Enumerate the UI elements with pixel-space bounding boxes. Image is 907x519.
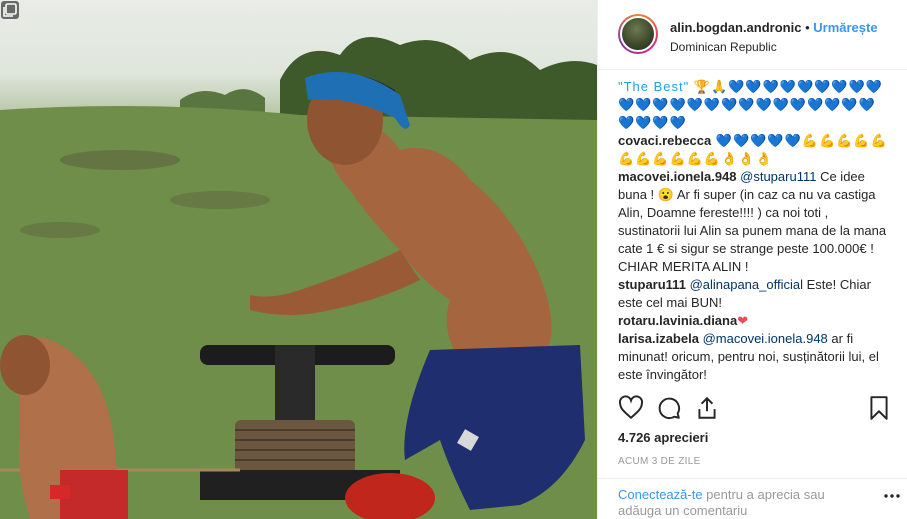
- bookmark-icon[interactable]: [866, 395, 892, 421]
- comment-text: ❤: [737, 313, 749, 328]
- username-link[interactable]: alin.bogdan.andronic: [670, 20, 801, 35]
- separator-dot: •: [805, 20, 810, 35]
- post-photo[interactable]: [0, 0, 597, 519]
- login-prompt: Conectează-te pentru a aprecia sau adăug…: [618, 487, 858, 519]
- action-bar: [618, 395, 894, 423]
- follow-button[interactable]: Urmărește: [813, 20, 877, 35]
- login-link[interactable]: Conectează-te: [618, 487, 703, 502]
- share-icon[interactable]: [694, 395, 720, 421]
- post-timestamp: ACUM 3 DE ZILE: [618, 456, 701, 467]
- list-item: macovei.ionela.948 @stuparu111 Ce idee b…: [618, 168, 890, 276]
- avatar[interactable]: [618, 14, 658, 54]
- list-item: rotaru.lavinia.diana❤: [618, 312, 890, 330]
- comment-mention[interactable]: @stuparu111: [740, 169, 816, 184]
- comment-username[interactable]: macovei.ionela.948: [618, 169, 737, 184]
- comment-footer: Conectează-te pentru a aprecia sau adăug…: [598, 478, 907, 519]
- post-side-panel: alin.bogdan.andronic • Urmărește Dominic…: [597, 0, 907, 519]
- heart-icon[interactable]: [618, 395, 644, 421]
- post-username-row: alin.bogdan.andronic • Urmărește: [670, 20, 878, 35]
- comment-icon[interactable]: [656, 395, 682, 421]
- list-item: "The Best" 🏆🙏💙💙💙💙💙💙💙💙💙💙💙💙💙💙💙💙💙💙💙💙💙💙💙💙💙💙💙…: [618, 78, 890, 132]
- comment-username[interactable]: rotaru.lavinia.diana: [618, 313, 737, 328]
- comments-list[interactable]: "The Best" 🏆🙏💙💙💙💙💙💙💙💙💙💙💙💙💙💙💙💙💙💙💙💙💙💙💙💙💙💙💙…: [618, 78, 890, 385]
- comment-text: Ce idee buna ! 😮 Ar fi super (in caz ca …: [618, 169, 887, 274]
- photo-illustration: [0, 37, 597, 519]
- more-icon[interactable]: [884, 493, 900, 499]
- comment-text: "The Best" 🏆🙏💙💙💙💙💙💙💙💙💙💙💙💙💙💙💙💙💙💙💙💙💙💙💙💙💙💙💙…: [618, 79, 883, 130]
- post-header: alin.bogdan.andronic • Urmărește Dominic…: [598, 0, 907, 70]
- comment-mention[interactable]: @alinapana_official: [690, 277, 803, 292]
- likes-count[interactable]: 4.726 aprecieri: [618, 430, 708, 445]
- location-link[interactable]: Dominican Republic: [670, 40, 777, 54]
- list-item: covaci.rebecca 💙💙💙💙💙💪💪💪💪💪💪💪💪💪💪💪👌👌👌: [618, 132, 890, 168]
- comment-username[interactable]: stuparu111: [618, 277, 686, 292]
- list-item: stuparu111 @alinapana_official Este! Chi…: [618, 276, 890, 312]
- comment-mention[interactable]: @macovei.ionela.948: [703, 331, 828, 346]
- comment-username[interactable]: larisa.izabela: [618, 331, 699, 346]
- comment-username[interactable]: covaci.rebecca: [618, 133, 711, 148]
- list-item: larisa.izabela @macovei.ionela.948 ar fi…: [618, 330, 890, 384]
- carousel-icon: [1, 1, 19, 19]
